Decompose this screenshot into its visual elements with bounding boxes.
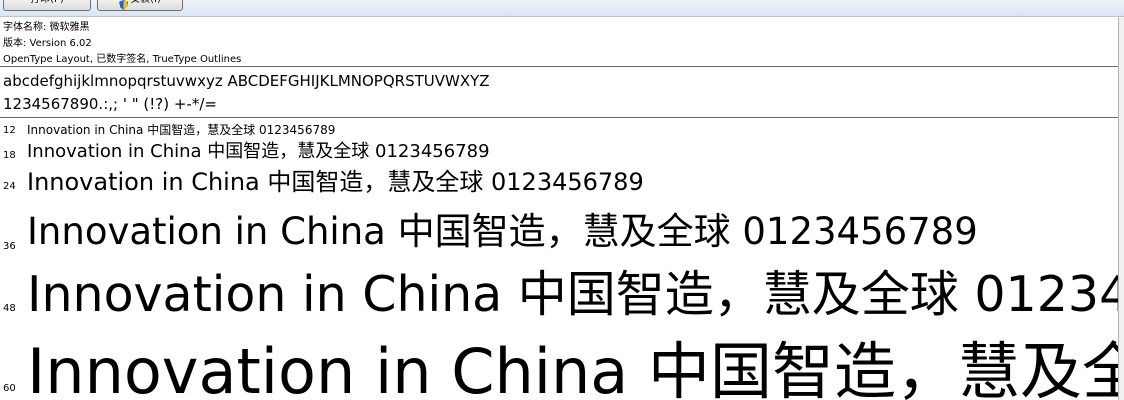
print-button-label: 打印(P): [30, 0, 64, 9]
size-label-36: 36: [3, 241, 16, 252]
info-divider: [0, 66, 1118, 67]
preview-row-24: 24 Innovation in China 中国智造，慧及全球 0123456…: [0, 165, 1118, 199]
font-name-line: 字体名称: 微软雅黑: [3, 22, 90, 33]
shield-icon: [119, 0, 129, 10]
preview-text-48: Innovation in China 中国智造，慧及全球 0123456789: [27, 266, 1118, 323]
preview-toolbar: 打印(P) 安装(I): [0, 0, 1124, 17]
install-button[interactable]: 安装(I): [97, 0, 183, 11]
size-label-48: 48: [3, 303, 16, 314]
preview-text-36: Innovation in China 中国智造，慧及全球 0123456789: [27, 210, 978, 253]
font-preview-content: 字体名称: 微软雅黑 版本: Version 6.02 OpenType Lay…: [0, 17, 1118, 400]
preview-row-60: 60 Innovation in China 中国智造，慧及全球 0123456…: [0, 333, 1118, 400]
font-preview-window: 打印(P) 安装(I) 字体名称: 微软雅黑 版本: Version 6.02 …: [0, 0, 1124, 400]
font-version-line: 版本: Version 6.02: [3, 38, 92, 49]
preview-row-36: 36 Innovation in China 中国智造，慧及全球 0123456…: [0, 205, 1118, 261]
preview-text-18: Innovation in China 中国智造，慧及全球 0123456789: [27, 141, 490, 162]
font-info: 字体名称: 微软雅黑 版本: Version 6.02 OpenType Lay…: [3, 20, 241, 68]
preview-text-12: Innovation in China 中国智造，慧及全球 0123456789: [27, 123, 336, 137]
preview-text-24: Innovation in China 中国智造，慧及全球 0123456789: [27, 168, 644, 196]
size-label-60: 60: [3, 383, 16, 394]
character-set-sample: abcdefghijklmnopqrstuvwxyz ABCDEFGHIJKLM…: [3, 70, 490, 116]
preview-row-12: 12 Innovation in China 中国智造，慧及全球 0123456…: [0, 122, 1118, 138]
symbols-line: 1234567890.:,; ' " (!?) +-*/=: [3, 95, 217, 113]
alphabet-line: abcdefghijklmnopqrstuvwxyz ABCDEFGHIJKLM…: [3, 72, 490, 90]
size-label-18: 18: [3, 150, 16, 161]
vertical-scrollbar-edge[interactable]: [1118, 17, 1124, 400]
size-label-24: 24: [3, 181, 16, 192]
preview-row-48: 48 Innovation in China 中国智造，慧及全球 0123456…: [0, 262, 1118, 332]
print-button[interactable]: 打印(P): [3, 0, 91, 11]
size-label-12: 12: [3, 125, 16, 136]
install-button-label: 安装(I): [130, 0, 161, 9]
preview-row-18: 18 Innovation in China 中国智造，慧及全球 0123456…: [0, 139, 1118, 165]
sample-divider: [0, 117, 1118, 118]
preview-text-60: Innovation in China 中国智造，慧及全球 0123456789: [27, 335, 1118, 400]
